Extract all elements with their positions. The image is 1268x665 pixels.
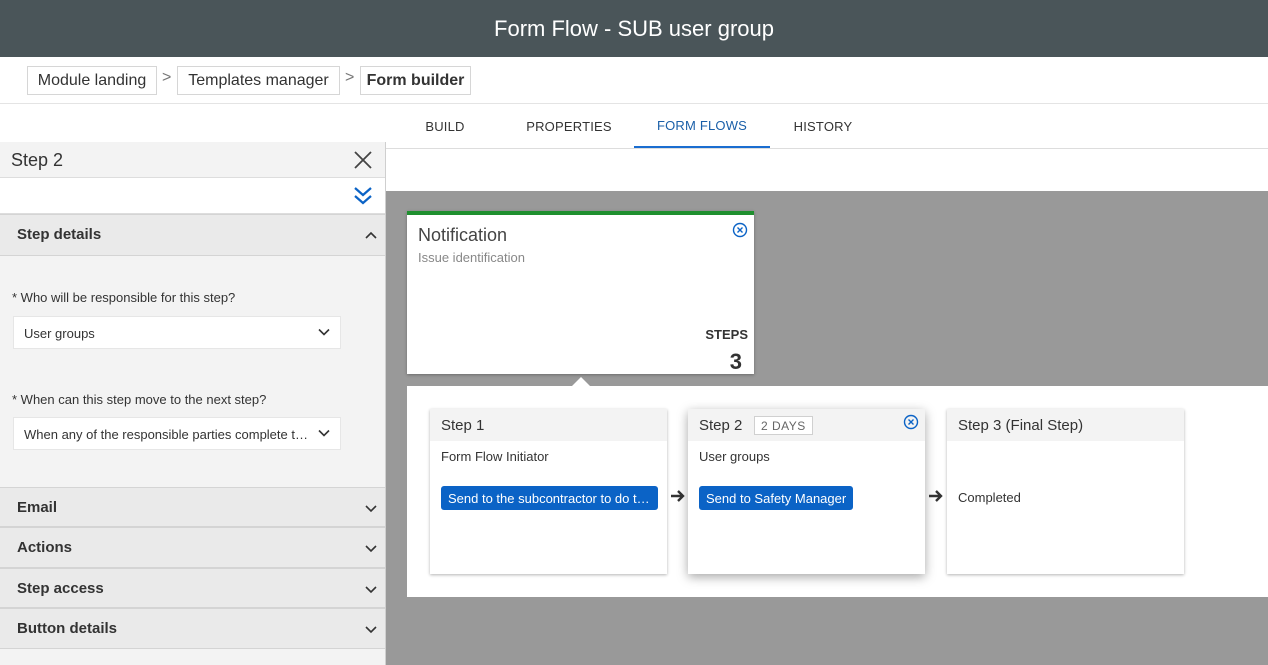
step-name: Step 2 [699,417,743,434]
step-action-button[interactable]: Send to Safety Manager [699,486,854,510]
arrow-right-icon [929,490,943,502]
move-step-select[interactable]: When any of the responsible parties comp… [13,417,341,450]
panel-header: Step 2 [0,142,385,178]
step-action-button[interactable]: Send to the subcontractor to do the work [441,486,658,510]
move-step-value: When any of the responsible parties comp… [24,427,309,442]
section-label: Step access [17,580,104,597]
breadcrumb-templates-manager[interactable]: Templates manager [177,66,340,95]
step-card-header: Step 1 [430,409,667,441]
arrow-right-icon [671,490,685,502]
tab-form-flows[interactable]: FORM FLOWS [634,104,770,148]
responsible-value: User groups [24,326,95,341]
step-name: Step 3 (Final Step) [958,417,1084,434]
section-label: Actions [17,539,73,556]
breadcrumb-form-builder[interactable]: Form builder [360,66,471,95]
notification-title: Notification [418,225,508,245]
step-card-2[interactable]: Step 2 2 DAYS User groups Send to Safety… [688,409,925,574]
section-label: Email [17,499,58,516]
notification-card[interactable]: Notification Issue identification STEPS … [407,211,754,374]
responsible-label: * Who will be responsible for this step? [12,290,236,305]
tab-properties[interactable]: PROPERTIES [516,104,622,148]
step-responsible: User groups [699,449,770,464]
section-label: Button details [17,620,117,637]
responsible-select[interactable]: User groups [13,316,341,349]
step-settings-panel: Step 2 Step details * Who will be respon… [0,142,386,665]
breadcrumb-separator: > [345,69,355,86]
steps-count: 3 [729,349,742,374]
pointer-triangle [572,377,590,386]
chevron-down-icon [318,328,330,336]
step-days-badge: 2 DAYS [754,416,813,435]
chevron-down-icon [365,505,377,513]
close-icon[interactable] [352,149,374,171]
tab-build[interactable]: BUILD [405,104,485,148]
page-title: Form Flow - SUB user group [494,15,774,41]
notification-subtitle: Issue identification [418,250,525,265]
step-responsible: Form Flow Initiator [441,449,549,464]
double-chevron-down-icon[interactable] [352,184,374,208]
step-status: Completed [958,490,1021,505]
step-card-1[interactable]: Step 1 Form Flow Initiator Send to the s… [430,409,667,574]
step-name: Step 1 [441,417,485,434]
remove-circle-icon[interactable] [903,414,919,430]
section-step-details[interactable]: Step details [0,214,385,256]
section-label: Step details [17,226,102,243]
remove-circle-icon[interactable] [732,222,748,238]
section-email[interactable]: Email [0,487,385,527]
step-card-header: Step 2 2 DAYS [688,409,925,441]
chevron-down-icon [318,429,330,437]
breadcrumb-separator: > [162,69,172,86]
toolbar-strip [386,149,1268,191]
step-card-header: Step 3 (Final Step) [947,409,1184,441]
panel-title: Step 2 [11,150,64,170]
chevron-down-icon [365,626,377,634]
section-actions[interactable]: Actions [0,527,385,568]
collapse-all-row [0,178,385,214]
steps-label: STEPS [705,327,748,342]
step-card-3[interactable]: Step 3 (Final Step) Completed [947,409,1184,574]
step-details-body: * Who will be responsible for this step?… [0,256,385,488]
breadcrumb-module-landing[interactable]: Module landing [27,66,157,95]
tab-bar: BUILD PROPERTIES FORM FLOWS HISTORY [386,104,1268,149]
app-header: Form Flow - SUB user group [0,0,1268,57]
breadcrumb: Module landing > Templates manager > For… [0,57,1268,104]
chevron-up-icon [365,231,377,239]
section-button-details[interactable]: Button details [0,608,385,649]
chevron-down-icon [365,545,377,553]
section-step-access[interactable]: Step access [0,568,385,608]
tab-history[interactable]: HISTORY [784,104,862,148]
chevron-down-icon [365,586,377,594]
move-step-label: * When can this step move to the next st… [12,392,267,407]
